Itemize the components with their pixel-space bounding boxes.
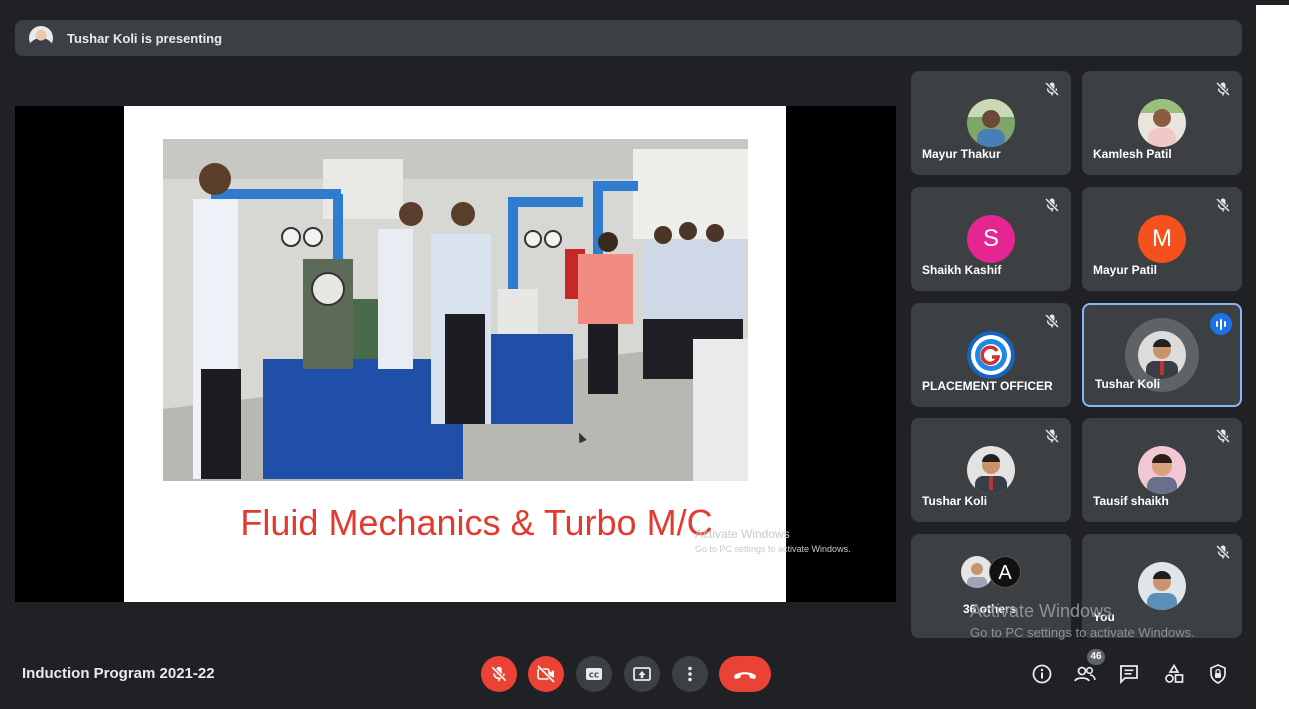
participant-avatar xyxy=(1138,446,1186,494)
mic-off-icon xyxy=(1044,313,1060,329)
people-icon xyxy=(1074,666,1096,682)
speaking-indicator-icon xyxy=(1210,313,1232,335)
hang-up-icon xyxy=(734,672,756,679)
mic-off-icon xyxy=(1215,81,1231,97)
participant-name: Shaikh Kashif xyxy=(922,263,1002,277)
present-screen-icon xyxy=(633,667,651,681)
participant-avatar xyxy=(967,99,1015,147)
people-count-badge: 46 xyxy=(1087,649,1105,665)
participant-tile[interactable]: Mayur Thakur xyxy=(911,71,1071,175)
presenting-text: Tushar Koli is presenting xyxy=(67,30,223,46)
mic-off-icon xyxy=(1044,428,1060,444)
mic-off-icon xyxy=(1044,81,1060,97)
participant-avatar xyxy=(1138,331,1186,379)
meeting-title[interactable]: Induction Program 2021-22 xyxy=(22,665,215,682)
camera-toggle-button[interactable] xyxy=(528,656,564,692)
participant-initial-avatar: S xyxy=(967,215,1015,263)
svg-text:CC: CC xyxy=(589,672,599,680)
participant-initial-avatar: M xyxy=(1138,215,1186,263)
participant-tile[interactable]: Tausif shaikh xyxy=(1082,418,1242,522)
participant-name: Mayur Thakur xyxy=(922,147,1001,161)
meeting-details-button[interactable] xyxy=(1028,660,1056,688)
participant-avatar xyxy=(967,446,1015,494)
host-controls-button[interactable] xyxy=(1204,660,1232,688)
lab-photo xyxy=(163,139,748,481)
participant-name: Mayur Patil xyxy=(1093,263,1158,277)
mic-off-icon xyxy=(491,666,507,682)
activities-shapes-icon xyxy=(1165,663,1184,683)
chat-icon xyxy=(1120,665,1138,685)
mic-off-icon xyxy=(1044,197,1060,213)
mic-off-icon xyxy=(1215,197,1231,213)
present-now-button[interactable] xyxy=(624,656,660,692)
more-options-button[interactable] xyxy=(672,656,708,692)
activate-windows-watermark: Activate Windows Go to PC settings to ac… xyxy=(970,601,1195,640)
leave-call-button[interactable] xyxy=(719,656,771,692)
participant-name: Tushar Koli xyxy=(922,494,988,508)
shield-lock-icon xyxy=(1210,664,1226,684)
participant-tile-active-speaker[interactable]: Tushar Koli xyxy=(1082,303,1242,407)
participant-tile[interactable]: Tushar Koli xyxy=(911,418,1071,522)
participant-name: PLACEMENT OFFICER xyxy=(922,379,1053,393)
activate-windows-watermark-small: Activate Windows Go to PC settings to ac… xyxy=(695,527,851,554)
presenting-banner[interactable]: Tushar Koli is presenting xyxy=(15,20,1242,56)
participant-tile[interactable]: Kamlesh Patil xyxy=(1082,71,1242,175)
participant-tile[interactable]: M Mayur Patil xyxy=(1082,187,1242,291)
activities-button[interactable] xyxy=(1160,660,1188,688)
camera-off-icon xyxy=(536,664,556,684)
participant-name: Kamlesh Patil xyxy=(1093,147,1172,161)
participant-name: Tausif shaikh xyxy=(1093,494,1169,508)
participant-initial-avatar: A xyxy=(989,556,1021,588)
presentation-slide: Fluid Mechanics & Turbo M/C xyxy=(124,106,786,602)
more-vert-icon xyxy=(688,666,692,682)
presenter-avatar xyxy=(29,26,53,50)
participant-avatar xyxy=(1138,99,1186,147)
participant-tile[interactable]: PLACEMENT OFFICER xyxy=(911,303,1071,407)
mic-off-icon xyxy=(1215,428,1231,444)
microphone-toggle-button[interactable] xyxy=(481,656,517,692)
info-icon xyxy=(1032,664,1052,684)
participant-tile[interactable]: S Shaikh Kashif xyxy=(911,187,1071,291)
window-edge xyxy=(1256,0,1289,5)
meet-window: Tushar Koli is presenting Fluid Mechanic… xyxy=(0,0,1256,709)
closed-captions-icon: CC xyxy=(586,668,602,680)
college-logo xyxy=(967,331,1015,379)
chat-button[interactable] xyxy=(1115,660,1143,688)
captions-button[interactable]: CC xyxy=(576,656,612,692)
participant-name: Tushar Koli xyxy=(1095,377,1161,391)
mic-off-icon xyxy=(1215,544,1231,560)
